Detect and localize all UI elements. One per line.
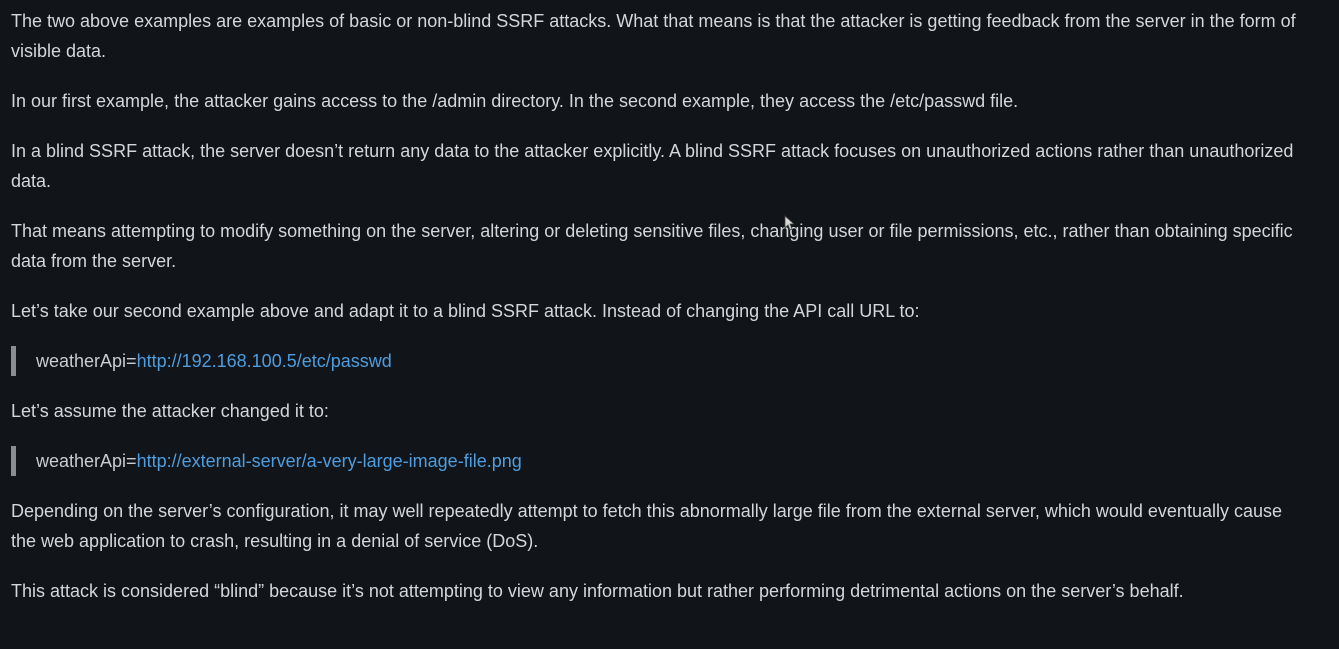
quote-bar <box>11 346 16 376</box>
paragraph-attacker-changed: Let’s assume the attacker changed it to: <box>11 401 329 421</box>
paragraph-examples-recap: In our first example, the attacker gains… <box>11 91 1019 111</box>
paragraph-blind-actions: That means attempting to modify somethin… <box>11 221 1293 271</box>
mouse-pointer-icon <box>784 215 794 231</box>
paragraph-adapt-example: Let’s take our second example above and … <box>11 301 920 321</box>
paragraph-blind-definition: In a blind SSRF attack, the server doesn… <box>11 141 1294 191</box>
quote-prefix: weatherApi= <box>36 351 137 371</box>
paragraph-blind-explanation: This attack is considered “blind” becaus… <box>11 581 1184 601</box>
article-body: The two above examples are examples of b… <box>11 6 1311 626</box>
large-image-url-link[interactable]: http://external-server/a-very-large-imag… <box>137 451 522 471</box>
code-quote-large-image: weatherApi=http://external-server/a-very… <box>11 446 1311 476</box>
paragraph-dos-consequence: Depending on the server’s configuration,… <box>11 501 1282 551</box>
paragraph-nonblind-intro: The two above examples are examples of b… <box>11 11 1296 61</box>
passwd-url-link[interactable]: http://192.168.100.5/etc/passwd <box>137 351 392 371</box>
code-quote-passwd: weatherApi=http://192.168.100.5/etc/pass… <box>11 346 1311 376</box>
quote-bar <box>11 446 16 476</box>
quote-prefix: weatherApi= <box>36 451 137 471</box>
